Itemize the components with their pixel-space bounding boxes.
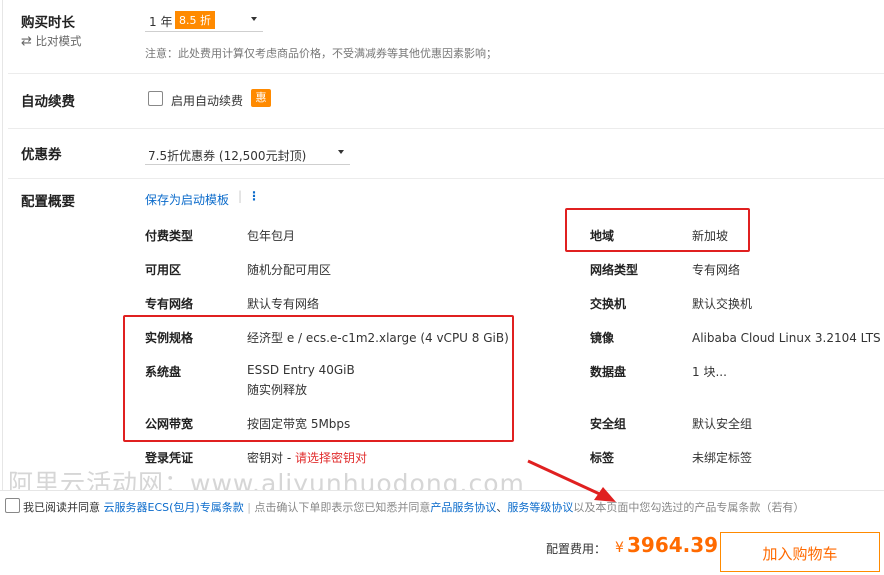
config-summary-label: 配置概要 xyxy=(21,194,75,210)
separator: | xyxy=(238,189,243,203)
config-value-vswitch: 默认交换机 xyxy=(692,297,753,311)
fee-label: 配置费用： xyxy=(546,542,607,556)
compare-mode-label: 比对模式 xyxy=(35,34,82,48)
select-keypair-link[interactable]: 请选择密钥对 xyxy=(295,451,367,465)
auto-renew-checkbox[interactable] xyxy=(148,91,163,106)
config-value-image: Alibaba Cloud Linux 3.2104 LTS 64位 xyxy=(692,331,884,345)
left-border xyxy=(2,0,3,495)
chevron-down-icon xyxy=(338,150,344,154)
agreement-middle: 点击确认下单即表示您已知悉并同意 xyxy=(254,501,431,514)
config-key-vpc: 专有网络 xyxy=(145,297,194,311)
service-agreement-link[interactable]: 产品服务协议 xyxy=(430,501,496,514)
duration-select[interactable]: 1 年 8.5 折 xyxy=(145,9,263,32)
bottom-divider xyxy=(0,490,884,491)
config-key-zone: 可用区 xyxy=(145,263,182,277)
config-value-vpc: 默认专有网络 xyxy=(247,297,320,311)
agreement-comma: 、 xyxy=(496,501,508,514)
section-divider xyxy=(8,178,884,179)
agreement-separator: | xyxy=(247,501,251,514)
duration-discount-badge: 8.5 折 xyxy=(175,11,215,29)
chevron-down-icon xyxy=(251,17,257,21)
swap-arrows-icon: ⇄ xyxy=(21,34,32,49)
coupon-label: 优惠券 xyxy=(21,147,62,163)
annotation-arrow-icon xyxy=(527,459,616,502)
config-key-image: 镜像 xyxy=(590,331,615,345)
coupon-select[interactable]: 7.5折优惠券 (12,500元封顶) xyxy=(145,142,350,165)
config-value-billing: 包年包月 xyxy=(247,229,296,243)
config-key-network-type: 网络类型 xyxy=(590,263,639,277)
currency-symbol: ¥ xyxy=(615,540,624,556)
section-divider xyxy=(8,73,884,74)
spec-highlight-box xyxy=(123,315,514,442)
config-key-billing: 付费类型 xyxy=(145,229,194,243)
config-key-security-group: 安全组 xyxy=(590,417,627,431)
region-highlight-box xyxy=(565,208,750,252)
config-value-security-group: 默认安全组 xyxy=(692,417,753,431)
config-value-tags: 未绑定标签 xyxy=(692,451,753,465)
compare-mode-link[interactable]: ⇄ 比对模式 xyxy=(21,33,82,49)
add-to-cart-button[interactable]: 加入购物车 xyxy=(720,532,880,572)
config-value-zone: 随机分配可用区 xyxy=(247,263,332,277)
agreement-checkbox[interactable] xyxy=(5,498,20,513)
auto-renew-label: 自动续费 xyxy=(21,94,75,110)
config-key-vswitch: 交换机 xyxy=(590,297,627,311)
save-template-link[interactable]: 保存为启动模板 xyxy=(145,191,229,208)
section-divider xyxy=(8,128,884,129)
auto-renew-checkbox-label: 启用自动续费 xyxy=(171,94,244,108)
total-price: 3964.39 xyxy=(627,533,719,557)
duration-value: 1 年 xyxy=(149,15,173,29)
config-key-data-disk: 数据盘 xyxy=(590,365,627,379)
coupon-value: 7.5折优惠券 (12,500元封顶) xyxy=(148,149,307,163)
purchase-duration-label: 购买时长 xyxy=(21,15,75,31)
price-note: 注意：此处费用计算仅考虑商品价格，不受满减券等其他优惠因素影响； xyxy=(145,47,497,60)
discount-badge: 惠 xyxy=(251,89,271,107)
ecs-terms-link[interactable]: 云服务器ECS(包月)专属条款 xyxy=(104,501,244,514)
config-value-data-disk: 1 块... xyxy=(692,365,727,379)
more-options-icon[interactable]: ⋮ xyxy=(248,189,260,203)
config-value-network-type: 专有网络 xyxy=(692,263,741,277)
login-method: 密钥对 - xyxy=(247,451,295,465)
agreement-prefix: 我已阅读并同意 xyxy=(23,501,100,514)
agreement-text: 我已阅读并同意 云服务器ECS(包月)专属条款 | 点击确认下单即表示您已知悉并… xyxy=(23,499,804,515)
